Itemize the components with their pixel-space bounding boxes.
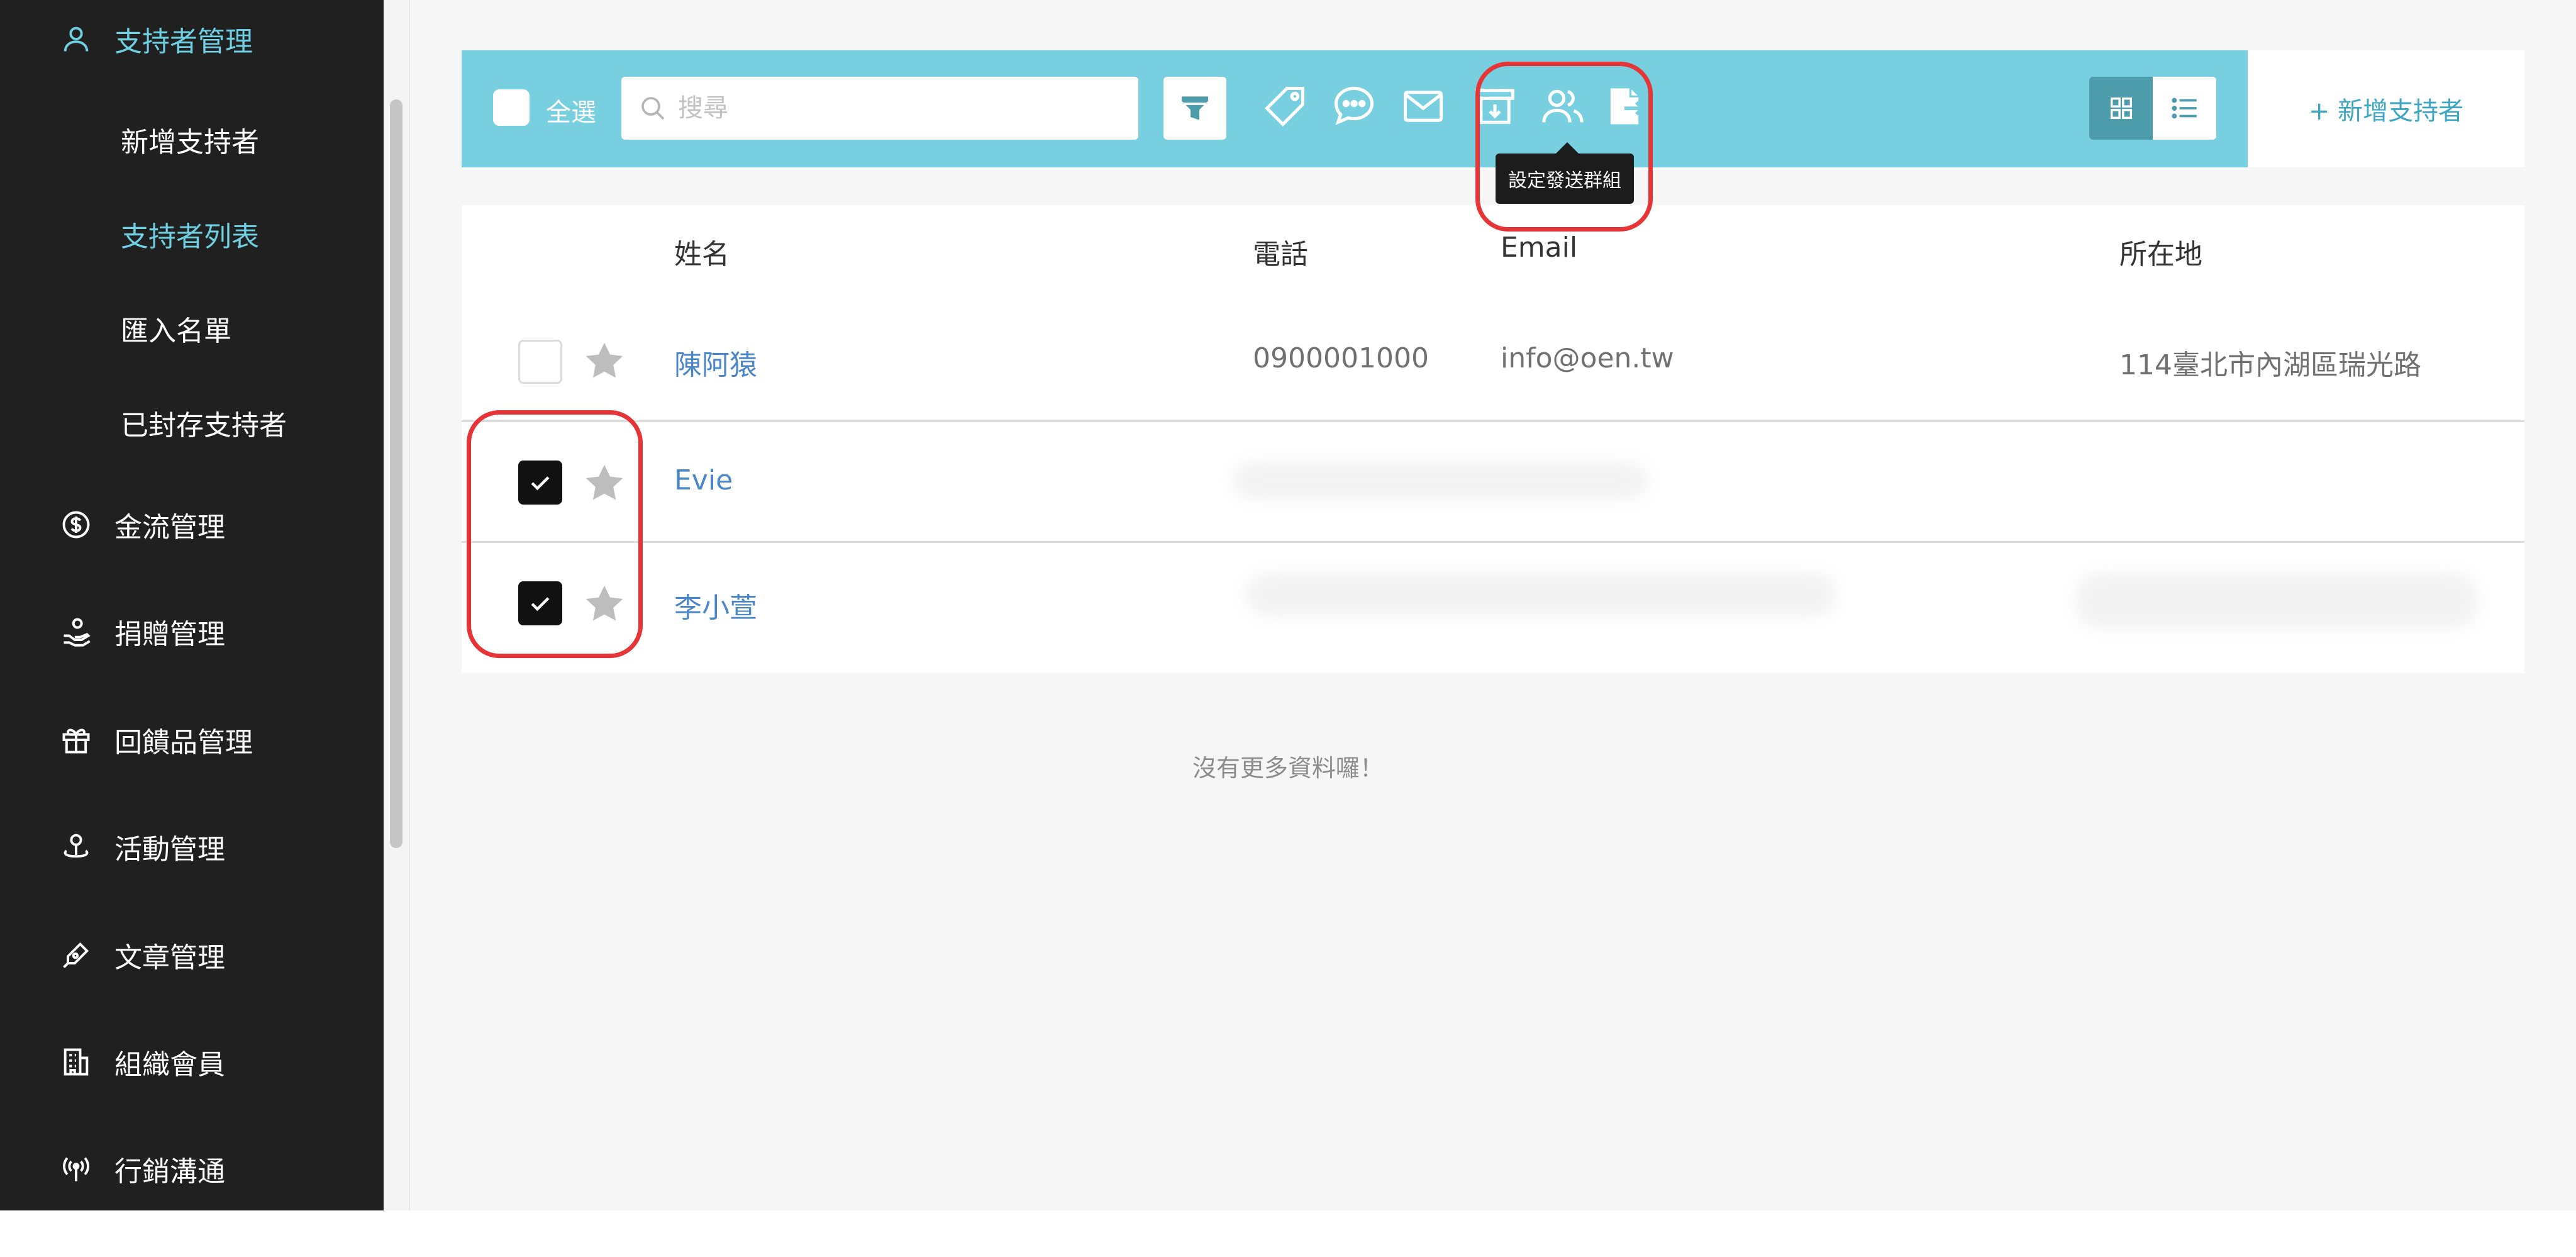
location-cell: 114臺北市內湖區瑞光路	[2119, 349, 2421, 381]
list-icon	[2171, 98, 2197, 119]
tag-button[interactable]	[1258, 79, 1312, 133]
chat-icon	[1334, 86, 1374, 125]
sidebar-item-label: 行銷溝通	[114, 1156, 225, 1188]
tag-icon	[1264, 86, 1305, 127]
email-button[interactable]	[1396, 79, 1450, 133]
sidebar-sub-item-label: 已封存支持者	[121, 410, 287, 442]
toolbar-right-panel: + 新增支持者	[2248, 50, 2524, 167]
email-cell: info@oen.tw	[1501, 342, 1674, 374]
sidebar-item-label: 組織會員	[114, 1049, 225, 1081]
building-icon	[58, 1044, 94, 1080]
dollar-circle-icon	[58, 506, 94, 543]
column-header-name[interactable]: 姓名	[674, 232, 730, 272]
sidebar-item-label: 文章管理	[114, 942, 225, 974]
filter-button[interactable]	[1163, 77, 1226, 140]
donation-hand-icon	[58, 613, 94, 650]
pin-icon	[58, 829, 94, 865]
search-box	[621, 77, 1138, 140]
pen-icon	[58, 937, 94, 973]
view-toggle	[2089, 77, 2216, 140]
select-all-checkbox[interactable]	[493, 89, 530, 126]
sidebar-sub-item-label: 支持者列表	[121, 221, 259, 253]
column-header-email[interactable]: Email	[1501, 232, 1577, 264]
column-header-location[interactable]: 所在地	[2119, 232, 2202, 272]
redacted-contact	[1233, 462, 1648, 500]
broadcast-icon	[58, 1151, 94, 1187]
sidebar-sub-item-label: 新增支持者	[121, 126, 259, 159]
sidebar-item-label: 支持者管理	[114, 26, 253, 58]
sidebar-item-marketing[interactable]: 行銷溝通	[0, 1137, 384, 1200]
select-all-label: 全選	[546, 98, 596, 127]
highlight-annotation	[1475, 62, 1653, 232]
sidebar-sub-item-add-supporter[interactable]: 新增支持者	[0, 108, 384, 171]
supporter-name-link[interactable]: Evie	[674, 464, 733, 496]
filter-icon	[1182, 96, 1208, 120]
supporter-name-link[interactable]: 陳阿猿	[674, 342, 757, 383]
person-icon	[58, 21, 94, 57]
grid-view-button[interactable]	[2089, 77, 2153, 140]
sidebar-item-org-members[interactable]: 組織會員	[0, 1031, 384, 1093]
sidebar: 支持者管理 新增支持者 支持者列表 匯入名單 已封存支持者 金流管理 捐贈管理	[0, 0, 384, 1210]
highlight-annotation	[467, 410, 643, 658]
mail-icon	[1403, 91, 1443, 122]
sidebar-sub-item-supporter-list[interactable]: 支持者列表	[0, 203, 384, 265]
column-header-phone[interactable]: 電話	[1253, 232, 1308, 272]
search-icon	[641, 97, 665, 120]
end-of-list-message: 沒有更多資料囉！	[1192, 754, 1384, 782]
sidebar-item-payments[interactable]: 金流管理	[0, 493, 384, 556]
supporter-name-link[interactable]: 李小萱	[674, 585, 757, 625]
phone-cell: 0900001000	[1253, 342, 1429, 374]
sidebar-sub-item-archived-supporters[interactable]: 已封存支持者	[0, 391, 384, 454]
sidebar-scrollbar-thumb[interactable]	[390, 99, 402, 848]
redacted-location	[2075, 573, 2478, 629]
message-button[interactable]	[1327, 79, 1381, 133]
sidebar-item-label: 捐贈管理	[114, 618, 225, 651]
add-supporter-button[interactable]: + 新增支持者	[2309, 91, 2463, 127]
grid-icon	[2110, 97, 2132, 120]
sidebar-item-donations[interactable]: 捐贈管理	[0, 600, 384, 663]
list-view-button[interactable]	[2153, 77, 2216, 140]
sidebar-item-articles[interactable]: 文章管理	[0, 924, 384, 986]
search-input[interactable]	[678, 94, 1118, 123]
sidebar-item-label: 金流管理	[114, 511, 225, 544]
sidebar-sub-item-import-list[interactable]: 匯入名單	[0, 297, 384, 360]
redacted-contact	[1245, 573, 1836, 617]
row-checkbox[interactable]	[518, 340, 562, 384]
sidebar-sub-item-label: 匯入名單	[121, 315, 231, 347]
star-icon[interactable]	[581, 338, 628, 384]
sidebar-item-events[interactable]: 活動管理	[0, 815, 384, 878]
sidebar-item-label: 活動管理	[114, 834, 225, 866]
sidebar-item-supporters[interactable]: 支持者管理	[0, 8, 384, 70]
app-frame: 支持者管理 新增支持者 支持者列表 匯入名單 已封存支持者 金流管理 捐贈管理	[0, 0, 2576, 1210]
